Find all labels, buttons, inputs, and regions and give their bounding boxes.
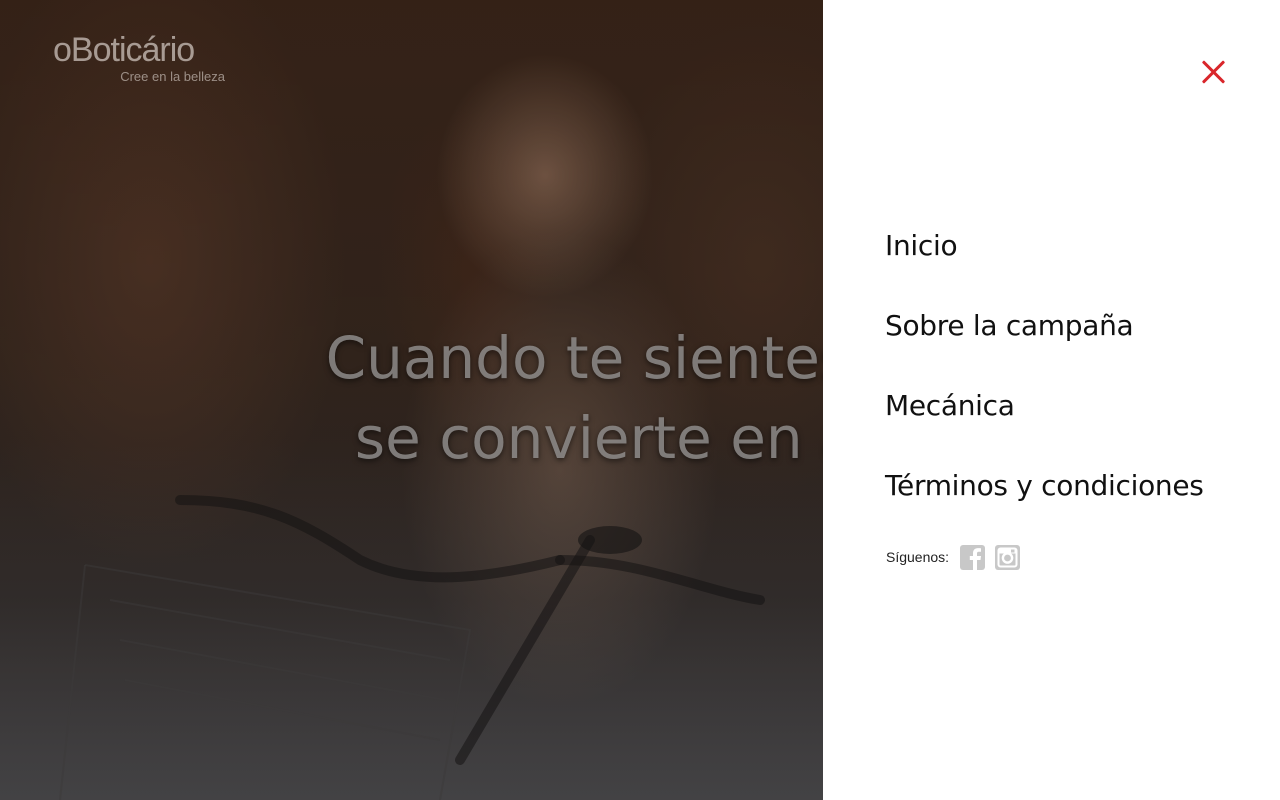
logo-wordmark: oBoticário [53, 31, 195, 69]
logo-tagline: Cree en la belleza [120, 69, 225, 84]
menu-list: Inicio Sobre la campaña Mecánica Término… [885, 224, 1204, 544]
menu-item-inicio[interactable]: Inicio [885, 224, 1204, 304]
close-icon[interactable] [1201, 59, 1227, 85]
facebook-icon[interactable] [960, 544, 986, 570]
menu-item-terminos-y-condiciones[interactable]: Términos y condiciones [885, 464, 1204, 544]
social-links: Síguenos: [886, 543, 1030, 571]
brand-logo[interactable]: oBoticário Cree en la belleza [53, 30, 228, 90]
instagram-icon[interactable] [995, 544, 1021, 570]
social-label: Síguenos: [886, 549, 950, 565]
side-menu-panel: Inicio Sobre la campaña Mecánica Término… [823, 0, 1280, 800]
menu-item-sobre-la-campana[interactable]: Sobre la campaña [885, 304, 1204, 384]
menu-item-mecanica[interactable]: Mecánica [885, 384, 1204, 464]
